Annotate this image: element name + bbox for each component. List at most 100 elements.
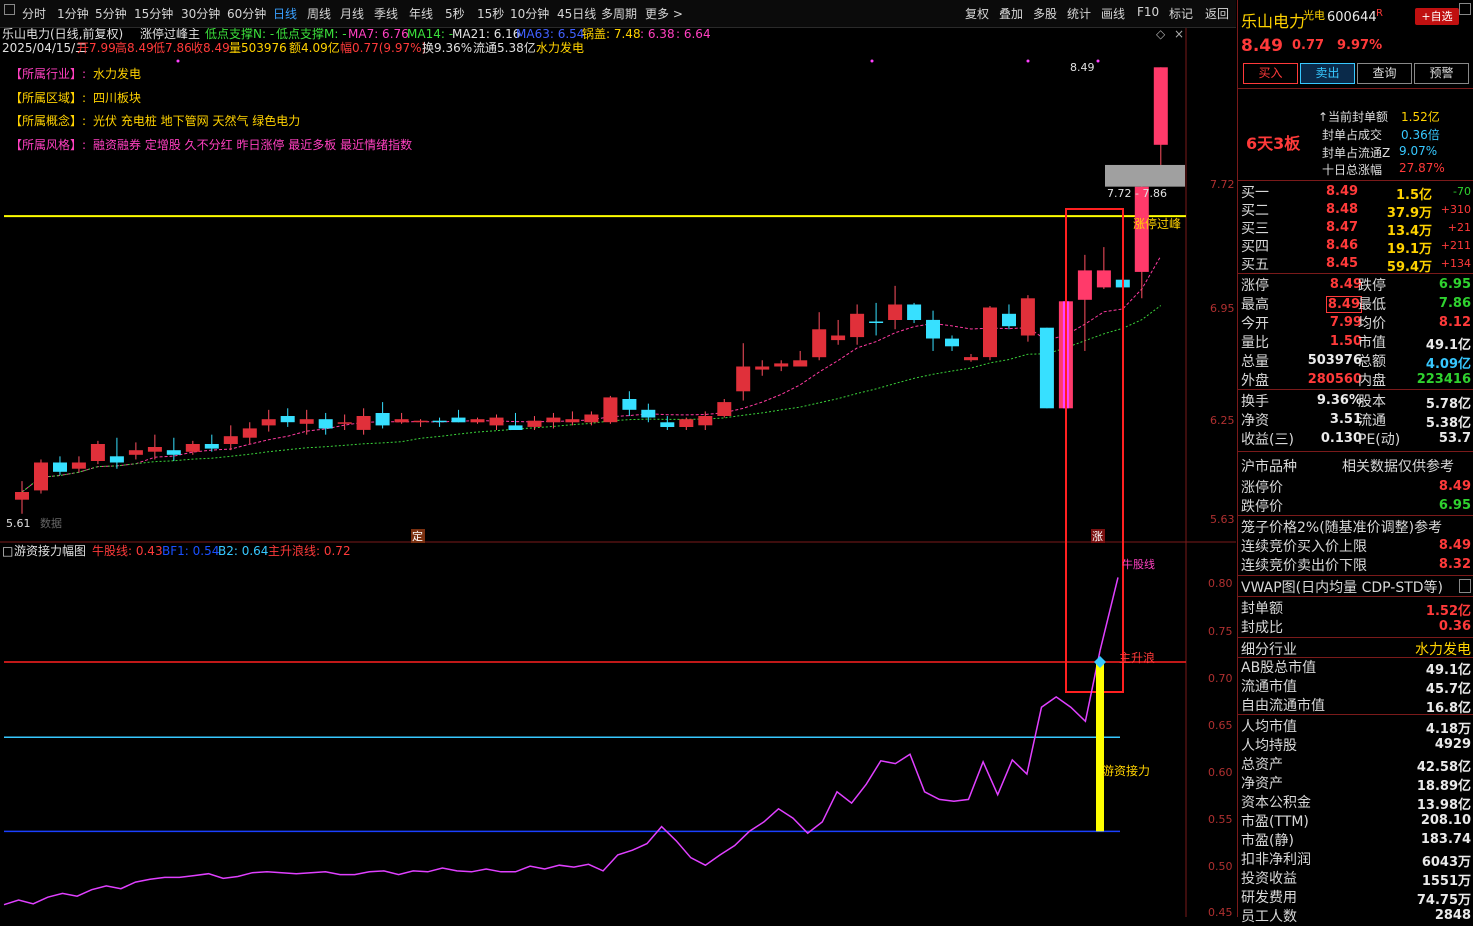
- candle-body: [394, 419, 409, 423]
- relay-bar: [1096, 662, 1104, 832]
- vwap-icon[interactable]: [1459, 579, 1471, 593]
- limit-peak-label: 涨停过峰: [1133, 216, 1181, 231]
- add-watchlist-button[interactable]: +自选: [1415, 8, 1459, 25]
- candle-body: [223, 436, 238, 444]
- main-rise-tag: 主升浪: [1119, 650, 1155, 665]
- turnover-label: 换9.36%: [422, 41, 472, 55]
- period-tab[interactable]: 45日线: [557, 5, 596, 22]
- close-icon[interactable]: ×: [1174, 27, 1184, 41]
- open-label: 开7.99: [77, 41, 116, 55]
- bid-change: +134: [1440, 257, 1471, 270]
- toolbar-button[interactable]: 画线: [1101, 5, 1125, 22]
- axis-tick-main: 6.95: [1210, 302, 1235, 315]
- menu-square-icon[interactable]: [4, 4, 15, 15]
- candle-body: [565, 419, 580, 423]
- fund-value: 4.18万: [1425, 722, 1471, 737]
- stat-label: 股本: [1358, 394, 1386, 410]
- sub-chart-layer: [3, 577, 1186, 906]
- kline-svg[interactable]: 乐山电力(日线,前复权) 涨停过峰主 低点支撑N: - 低点支撑M: - MA7…: [0, 26, 1236, 919]
- seal2-ratio-label: 封成比: [1241, 620, 1283, 636]
- fund-value: 2848: [1434, 908, 1471, 923]
- period-tab[interactable]: 15秒: [477, 5, 504, 22]
- vwap-link[interactable]: VWAP图(日内均量 CDP-STD等): [1241, 577, 1443, 597]
- period-tab[interactable]: 5秒: [445, 5, 465, 22]
- period-tab[interactable]: 5分钟: [95, 5, 127, 22]
- period-tab[interactable]: 周线: [307, 5, 331, 22]
- toolbar-button[interactable]: 统计: [1067, 5, 1091, 22]
- period-tab[interactable]: 1分钟: [57, 5, 89, 22]
- divider: [1238, 451, 1473, 452]
- low-support-m: 低点支撑M: -: [276, 28, 347, 41]
- period-tab[interactable]: 日线: [273, 5, 297, 22]
- candle-body: [774, 363, 789, 367]
- zhang-label: 涨: [1092, 530, 1103, 543]
- stat-value: 8.12: [1438, 315, 1471, 330]
- axis-tick-sub: 0.70: [1208, 672, 1233, 685]
- bid-level-label: 买一: [1241, 185, 1269, 201]
- period-tab[interactable]: 15分钟: [134, 5, 173, 22]
- fund-value: 42.58亿: [1416, 760, 1471, 775]
- fund-value: 45.7亿: [1425, 682, 1471, 697]
- relay-diamond: [1094, 656, 1106, 669]
- b2-label: B2: 0.64: [218, 544, 268, 558]
- candle-body: [527, 420, 542, 427]
- divider: [1238, 637, 1473, 638]
- toolbar-button[interactable]: 多股: [1033, 5, 1057, 22]
- fund-value: 4929: [1434, 737, 1471, 752]
- period-tab[interactable]: 年线: [409, 5, 433, 22]
- panel-menu-icon[interactable]: [1459, 3, 1471, 15]
- stat-value: 223416: [1416, 372, 1471, 387]
- toolbar-button[interactable]: 标记: [1169, 5, 1193, 22]
- period-tab[interactable]: 10分钟: [510, 5, 549, 22]
- toolbar-button[interactable]: 复权: [965, 5, 989, 22]
- candle-body: [888, 304, 903, 320]
- guo-gai-label: 锅盖: 7.48: [582, 28, 641, 41]
- period-tab[interactable]: 季线: [374, 5, 398, 22]
- buy-button[interactable]: 买入: [1243, 63, 1298, 84]
- candle-body: [432, 420, 447, 423]
- period-tab[interactable]: 分时: [22, 5, 46, 22]
- fund-label: 研发费用: [1241, 890, 1297, 906]
- period-tab[interactable]: 更多 >: [645, 5, 683, 22]
- stat-label: 均价: [1358, 316, 1386, 332]
- bf1-label: BF1: 0.54: [162, 544, 219, 558]
- cage-title: 笼子价格2%(随基准价调整)参考: [1241, 520, 1443, 536]
- candle-body: [1039, 327, 1054, 409]
- candle-body: [660, 422, 675, 427]
- bid-volume: 13.4万: [1386, 224, 1432, 239]
- bid-level-label: 买三: [1241, 221, 1269, 237]
- float-cap-label: 流通5.38亿: [473, 40, 536, 55]
- limit-down-value: 6.95: [1438, 498, 1471, 513]
- cage-buy-label: 连续竞价买入价上限: [1241, 539, 1367, 555]
- diamond-icon[interactable]: ◇: [1156, 27, 1166, 41]
- sub-square-icon[interactable]: □: [2, 544, 13, 558]
- candle-body: [1096, 270, 1111, 288]
- bid-volume: 19.1万: [1386, 242, 1432, 257]
- candle-body: [280, 416, 295, 423]
- axis-tick-sub: 0.50: [1208, 860, 1233, 873]
- toolbar-button[interactable]: 返回: [1205, 5, 1229, 22]
- stat-value: 5.38亿: [1425, 416, 1471, 431]
- toolbar-button[interactable]: F10: [1137, 5, 1159, 19]
- alert-button[interactable]: 预警: [1414, 63, 1469, 84]
- fund-label: 总资产: [1241, 757, 1283, 773]
- axis-tick-sub: 0.55: [1208, 813, 1233, 826]
- period-tab[interactable]: 多周期: [601, 5, 637, 22]
- bid-price: 8.45: [1326, 256, 1359, 271]
- query-button[interactable]: 查询: [1357, 63, 1412, 84]
- candle-body: [831, 335, 846, 341]
- fund-label: 市盈(静): [1241, 833, 1294, 849]
- gap-range-label: 7.72 - 7.86: [1107, 187, 1167, 200]
- relay-line: [3, 650, 1101, 906]
- sell-button[interactable]: 卖出: [1300, 63, 1355, 84]
- candle-body: [736, 366, 751, 392]
- toolbar-button[interactable]: 叠加: [999, 5, 1023, 22]
- period-tab[interactable]: 30分钟: [181, 5, 220, 22]
- period-tab[interactable]: 月线: [340, 5, 364, 22]
- kline-chart-area[interactable]: 乐山电力(日线,前复权) 涨停过峰主 低点支撑N: - 低点支撑M: - MA7…: [0, 26, 1236, 919]
- candle-body: [983, 307, 997, 358]
- axis-tick-sub: 0.45: [1208, 906, 1233, 917]
- stat-label: 市值: [1358, 335, 1386, 351]
- seal2-amount-value: 1.52亿: [1425, 604, 1471, 619]
- period-tab[interactable]: 60分钟: [227, 5, 266, 22]
